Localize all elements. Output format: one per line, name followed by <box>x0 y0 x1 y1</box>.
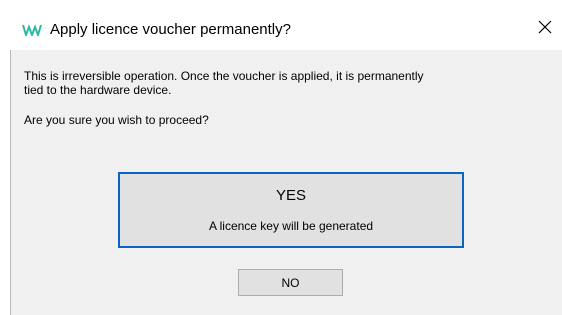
yes-label: YES <box>275 187 306 204</box>
message-line-1: This is irreversible operation. Once the… <box>24 69 424 83</box>
yes-subtitle: A licence key will be generated <box>208 219 374 233</box>
dialog-body: This is irreversible operation. Once the… <box>10 50 562 315</box>
wavelogo-icon <box>22 23 42 39</box>
dialog-window: Apply licence voucher permanently? This … <box>0 0 562 315</box>
yes-button[interactable]: YES A licence key will be generated <box>118 172 464 248</box>
message-line-2: tied to the hardware device. <box>24 83 172 97</box>
title-bar: Apply licence voucher permanently? <box>0 0 562 50</box>
close-button[interactable] <box>528 12 562 46</box>
no-button[interactable]: NO <box>238 269 343 296</box>
window-title: Apply licence voucher permanently? <box>50 21 291 38</box>
close-icon <box>538 20 552 39</box>
confirm-question: Are you sure you wish to proceed? <box>24 113 209 127</box>
